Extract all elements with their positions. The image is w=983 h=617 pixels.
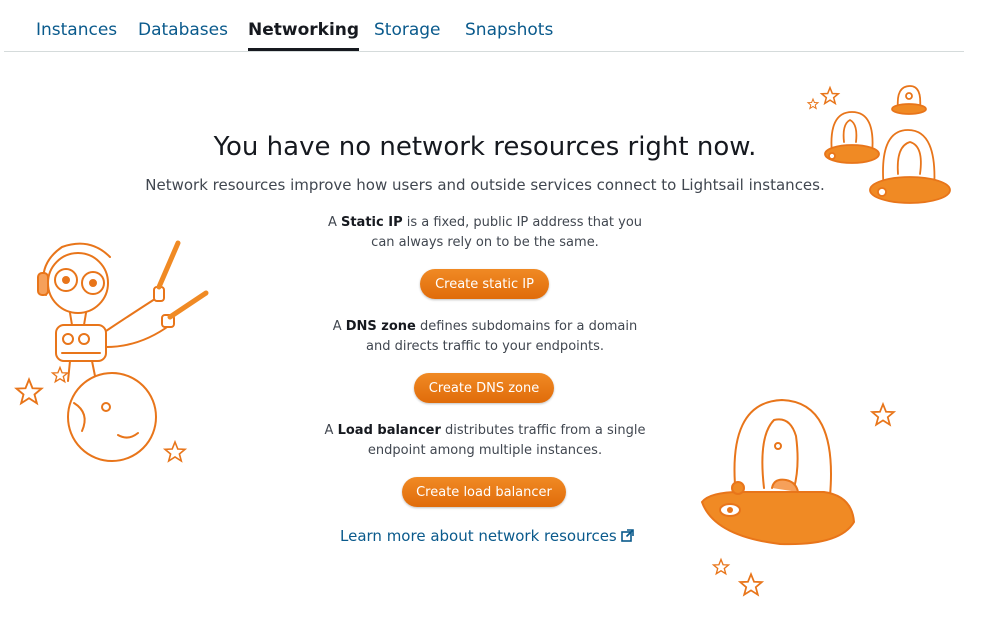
star-icon bbox=[14, 376, 44, 406]
tab-bar: Instances Databases Networking Storage S… bbox=[4, 0, 964, 52]
description-prefix: A bbox=[324, 423, 338, 438]
tab-databases[interactable]: Databases bbox=[138, 20, 228, 48]
static-ip-description: A Static IP is a fixed, public IP addres… bbox=[320, 213, 650, 253]
load-balancer-term: Load balancer bbox=[337, 423, 441, 438]
create-dns-zone-button[interactable]: Create DNS zone bbox=[414, 373, 554, 403]
tab-storage[interactable]: Storage bbox=[374, 20, 441, 48]
star-icon bbox=[50, 365, 70, 384]
description-text: is a fixed, public IP address that you c… bbox=[371, 215, 643, 250]
dns-zone-description: A DNS zone defines subdomains for a doma… bbox=[320, 317, 650, 357]
star-icon bbox=[806, 97, 820, 110]
star-icon bbox=[711, 557, 731, 576]
description-prefix: A bbox=[327, 215, 341, 230]
robot-illustration bbox=[37, 240, 209, 462]
star-icon bbox=[869, 401, 897, 427]
create-static-ip-button[interactable]: Create static IP bbox=[420, 269, 549, 299]
description-prefix: A bbox=[332, 319, 346, 334]
tab-networking[interactable]: Networking bbox=[248, 20, 360, 51]
create-load-balancer-button[interactable]: Create load balancer bbox=[402, 477, 566, 507]
tab-snapshots[interactable]: Snapshots bbox=[465, 20, 553, 48]
external-link-icon bbox=[620, 528, 634, 546]
star-icon bbox=[737, 571, 765, 597]
star-icon bbox=[162, 439, 188, 463]
alien-saucer-illustration bbox=[701, 399, 855, 546]
load-balancer-description: A Load balancer distributes traffic from… bbox=[320, 421, 650, 461]
static-ip-term: Static IP bbox=[340, 215, 403, 230]
tab-instances[interactable]: Instances bbox=[36, 20, 117, 48]
star-icon bbox=[819, 85, 841, 106]
learn-more-link[interactable]: Learn more about network resources bbox=[340, 527, 634, 546]
dns-zone-term: DNS zone bbox=[345, 319, 416, 334]
learn-more-label: Learn more about network resources bbox=[340, 527, 617, 545]
